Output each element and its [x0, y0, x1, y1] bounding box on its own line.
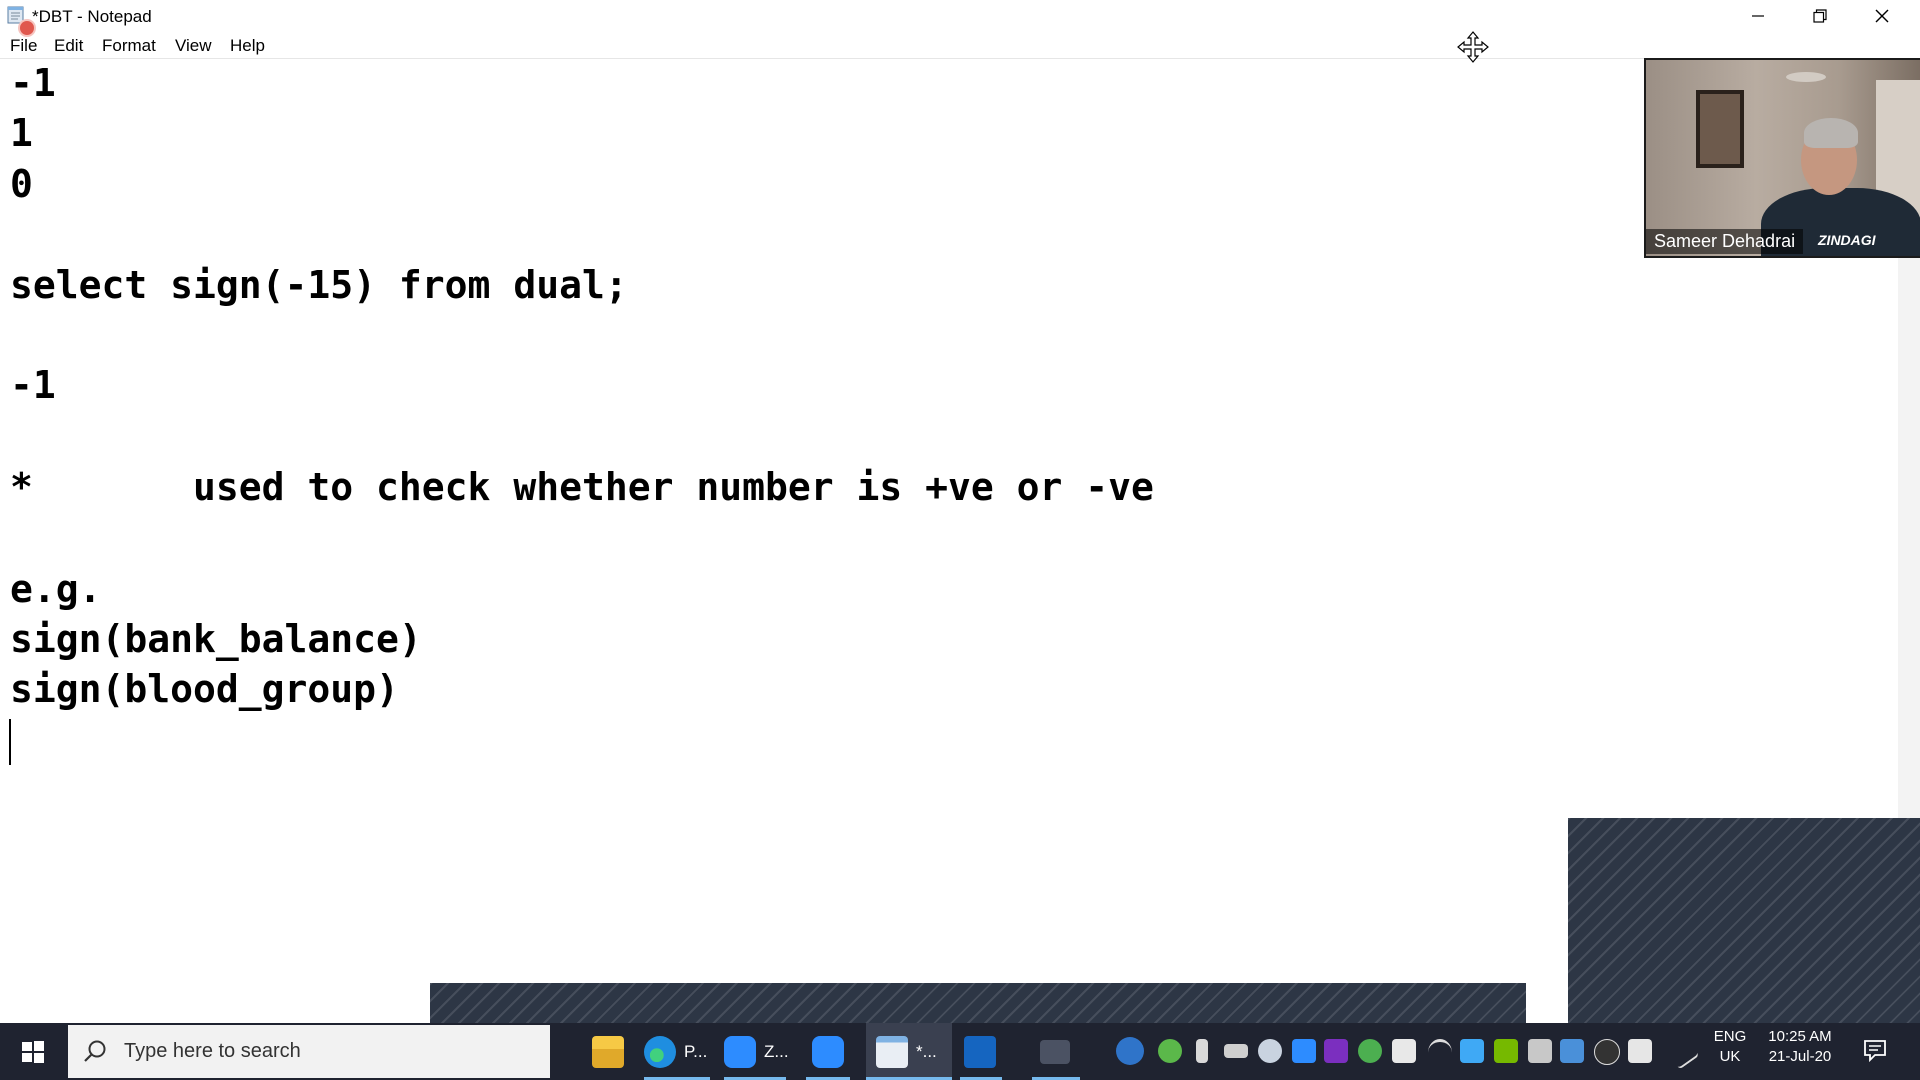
editor-line: * used to check whether number is +ve or…: [10, 465, 1154, 509]
ceiling-fan: [1786, 72, 1826, 82]
window-icon: [1040, 1039, 1070, 1064]
file-explorer-icon: [592, 1035, 624, 1068]
close-icon: [1875, 9, 1889, 23]
editor-line: e.g.: [10, 567, 102, 611]
editor-line: sign(bank_balance): [10, 617, 422, 661]
menu-bar: File Edit Format View Help: [0, 32, 1920, 59]
search-icon: [84, 1040, 106, 1062]
pen-tray-icon[interactable]: [1560, 1039, 1584, 1063]
whiteboard-icon: [964, 1035, 996, 1068]
hatched-overlay: [1568, 818, 1920, 1023]
clock-date: 21-Jul-20: [1768, 1048, 1832, 1065]
pen-icon[interactable]: [1664, 1034, 1700, 1070]
zoom-meeting-icon: [812, 1035, 844, 1068]
notification-icon[interactable]: [1862, 1037, 1888, 1063]
taskbar-app-notepad[interactable]: *...: [866, 1023, 952, 1080]
editor-line: -1: [10, 363, 56, 407]
taskbar-app-edge[interactable]: P...: [644, 1023, 710, 1080]
minimize-icon: [1752, 15, 1764, 17]
speaker-icon[interactable]: [1628, 1039, 1652, 1063]
taskbar-app-window[interactable]: [1032, 1023, 1080, 1080]
start-button[interactable]: [0, 1023, 66, 1080]
restore-icon: [1813, 9, 1827, 23]
editor-line: select sign(-15) from dual;: [10, 263, 628, 307]
device-icon[interactable]: [1528, 1039, 1552, 1063]
search-box[interactable]: Type here to search: [68, 1025, 550, 1078]
video-thumbnail[interactable]: ZINDAGI Sameer Dehadrai: [1644, 58, 1920, 258]
menu-view[interactable]: View: [175, 36, 212, 56]
windows-icon: [22, 1040, 44, 1063]
clock[interactable]: 10:25 AM 21-Jul-20: [1756, 1027, 1844, 1067]
taskbar-app-zoom[interactable]: Z...: [724, 1023, 789, 1080]
taskbar-app-label: P...: [684, 1041, 708, 1061]
taskbar-app-file-explorer[interactable]: [592, 1023, 624, 1080]
region-code: UK: [1719, 1048, 1741, 1065]
editor-line: sign(blood_group): [10, 667, 399, 711]
taskbar-app-zoom-meeting[interactable]: [806, 1023, 850, 1080]
wall-picture: [1696, 90, 1744, 168]
microphone-icon[interactable]: [1196, 1039, 1208, 1063]
language-code: ENG: [1713, 1028, 1747, 1045]
notepad-icon: [876, 1035, 908, 1068]
shield-icon[interactable]: [1392, 1039, 1416, 1063]
steam-icon[interactable]: [1258, 1039, 1282, 1063]
bluetooth-icon[interactable]: [1594, 1039, 1620, 1065]
menu-format[interactable]: Format: [102, 36, 156, 56]
title-bar: *DBT - Notepad: [0, 0, 1920, 35]
hatched-overlay: [430, 983, 1526, 1023]
edge-icon: [644, 1035, 676, 1068]
zoom-tray-icon[interactable]: [1292, 1039, 1316, 1063]
minimize-button[interactable]: [1728, 0, 1788, 32]
menu-help[interactable]: Help: [230, 36, 265, 56]
clock-time: 10:25 AM: [1768, 1028, 1832, 1045]
snowflake-icon[interactable]: [1460, 1039, 1484, 1063]
language-indicator[interactable]: ENG UK: [1710, 1027, 1750, 1067]
battery-icon[interactable]: [1224, 1044, 1248, 1058]
wifi-icon[interactable]: [1428, 1039, 1452, 1066]
nvidia-icon[interactable]: [1494, 1039, 1518, 1063]
search-placeholder: Type here to search: [124, 1040, 301, 1062]
restore-button[interactable]: [1790, 0, 1850, 32]
taskbar-app-whiteboard[interactable]: [960, 1023, 1002, 1080]
window-title: *DBT - Notepad: [32, 7, 152, 26]
participant-name: Sameer Dehadrai: [1646, 229, 1804, 254]
participant-hair: [1804, 118, 1858, 148]
close-button[interactable]: [1852, 0, 1912, 32]
menu-edit[interactable]: Edit: [54, 36, 83, 56]
editor-line: 1: [10, 111, 33, 155]
taskbar: Type here to search P... Z... *... ENG U…: [0, 1023, 1920, 1080]
editor-line: 0: [10, 162, 33, 206]
menu-file[interactable]: File: [10, 36, 37, 56]
utorrent-icon[interactable]: [1358, 1039, 1382, 1063]
editor-line: -1: [10, 61, 56, 105]
taskbar-app-label: Z...: [764, 1041, 789, 1061]
checkmark-icon[interactable]: [1158, 1039, 1182, 1063]
zoom-icon: [724, 1035, 756, 1068]
text-caret: [9, 719, 11, 765]
shirt-text: ZINDAGI: [1818, 232, 1876, 248]
onenote-icon[interactable]: [1324, 1039, 1348, 1063]
help-icon[interactable]: [1116, 1037, 1144, 1065]
taskbar-app-label: *...: [916, 1041, 937, 1061]
